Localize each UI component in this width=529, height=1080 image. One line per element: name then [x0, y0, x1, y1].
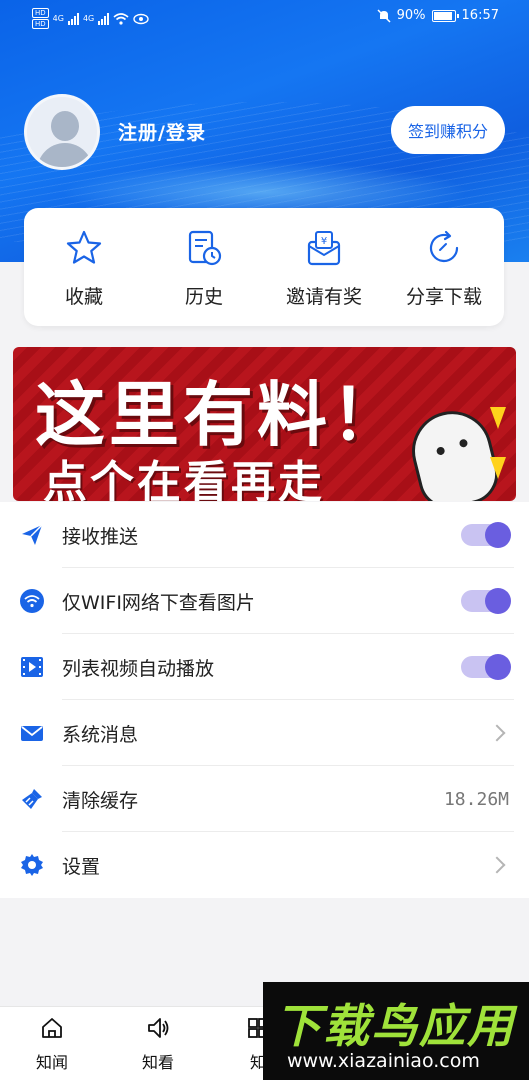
quick-actions-card: 收藏 历史 ¥ 邀请有奖 分享下载 — [24, 208, 504, 326]
share-refresh-icon — [429, 230, 459, 263]
wifi-status-icon — [113, 12, 129, 25]
signin-earn-points-button[interactable]: 签到赚积分 — [391, 106, 505, 154]
clock: 16:57 — [461, 8, 499, 23]
lightning-bolt-decoration — [490, 457, 506, 479]
tab-zhiwen[interactable]: 知闻 — [22, 1015, 82, 1073]
watermark-url: www.xiazainiao.com — [287, 1050, 480, 1072]
quick-action-label: 邀请有奖 — [285, 286, 362, 308]
battery-percent: 90% — [396, 8, 426, 23]
setting-receive-push[interactable]: 接收推送 — [0, 502, 529, 568]
network-type-2: 4G — [82, 14, 95, 23]
broom-icon — [22, 789, 42, 809]
home-icon — [42, 1018, 62, 1038]
quick-action-label: 收藏 — [64, 286, 103, 308]
setting-label: 设置 — [62, 855, 101, 878]
quick-action-label: 历史 — [184, 286, 223, 308]
banner-subline: 点个在看再走 — [43, 457, 325, 501]
avatar-head-shape — [51, 111, 79, 141]
signal-icon-2 — [98, 12, 110, 25]
speaker-icon — [148, 1018, 169, 1038]
tab-label: 知看 — [141, 1053, 174, 1072]
battery-icon — [431, 9, 459, 22]
setting-settings[interactable]: 设置 — [0, 832, 529, 898]
watermark-overlay: 下载鸟应用 www.xiazainiao.com — [263, 982, 529, 1080]
setting-label: 清除缓存 — [62, 789, 139, 812]
setting-wifi-images[interactable]: 仅WIFI网络下查看图片 — [0, 568, 529, 634]
watermark-title: 下载鸟应用 — [275, 999, 515, 1053]
star-icon — [66, 230, 102, 264]
history-icon — [188, 230, 222, 266]
login-register-link[interactable]: 注册/登录 — [118, 118, 206, 145]
cache-size-value: 18.26M — [443, 788, 509, 810]
chevron-right-icon — [488, 856, 506, 874]
svg-text:¥: ¥ — [321, 236, 327, 247]
setting-system-messages[interactable]: 系统消息 — [0, 700, 529, 766]
settings-list: 接收推送 仅WIFI网络下查看图片 列表视频自动播放 系统消息 清除缓存 18.… — [0, 502, 529, 898]
setting-label: 列表视频自动播放 — [62, 657, 215, 680]
wifi-icon — [20, 589, 44, 613]
lightning-bolt-decoration — [490, 407, 506, 429]
quick-action-share[interactable]: 分享下载 — [384, 208, 504, 326]
toggle-knob — [485, 654, 511, 680]
wifi-images-toggle[interactable] — [461, 588, 511, 614]
setting-clear-cache[interactable]: 清除缓存 18.26M — [0, 766, 529, 832]
push-toggle[interactable] — [461, 522, 511, 548]
gear-icon — [21, 854, 43, 876]
banner-headline: 这里有料！ — [35, 374, 405, 456]
eye-icon — [133, 13, 149, 24]
autoplay-toggle[interactable] — [461, 654, 511, 680]
quick-action-label: 分享下载 — [405, 286, 482, 308]
red-envelope-icon: ¥ — [307, 231, 341, 266]
signal-icon — [67, 12, 79, 25]
sim1-hd-badge: HD — [32, 8, 49, 18]
network-type-1: 4G — [52, 14, 64, 23]
mute-bell-icon — [377, 8, 391, 23]
avatar-body-shape — [37, 143, 93, 167]
status-bar: HD HD 4G 4G 90% 16:57 — [0, 0, 529, 34]
tab-label: 知闻 — [35, 1053, 68, 1072]
paper-plane-icon — [22, 524, 43, 545]
video-icon — [21, 657, 43, 677]
tab-zhikan[interactable]: 知看 — [128, 1015, 188, 1073]
mail-icon — [21, 726, 43, 741]
setting-label: 系统消息 — [62, 723, 139, 746]
setting-label: 接收推送 — [62, 525, 139, 548]
setting-label: 仅WIFI网络下查看图片 — [62, 591, 255, 614]
quick-action-history[interactable]: 历史 — [144, 208, 264, 326]
avatar[interactable] — [24, 94, 100, 170]
setting-autoplay-video[interactable]: 列表视频自动播放 — [0, 634, 529, 700]
sim2-hd-badge: HD — [32, 19, 49, 29]
quick-action-favorites[interactable]: 收藏 — [24, 208, 144, 326]
toggle-knob — [485, 522, 511, 548]
chevron-right-icon — [488, 724, 506, 742]
quick-action-invite[interactable]: ¥ 邀请有奖 — [264, 208, 384, 326]
toggle-knob — [485, 588, 511, 614]
promo-banner[interactable]: 这里有料！ 点个在看再走 — [13, 347, 516, 501]
